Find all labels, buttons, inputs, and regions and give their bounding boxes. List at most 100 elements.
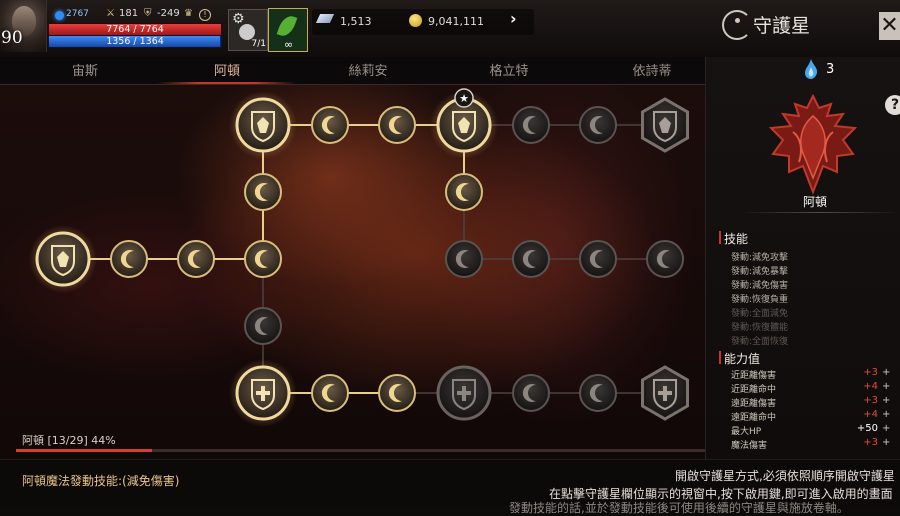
- skill-item: 發動:恢復負重: [731, 295, 789, 305]
- skill-item: 發動:全面恢復: [731, 337, 789, 347]
- star-node-small[interactable]: [512, 240, 550, 278]
- slot-count: ∞: [284, 38, 294, 51]
- star-node-big[interactable]: [29, 225, 97, 293]
- attribute-next-value: +: [882, 395, 891, 406]
- mp-text: 1356 / 1364: [106, 36, 164, 47]
- guardian-star-map: ★: [0, 85, 705, 457]
- star-node-small[interactable]: [177, 240, 215, 278]
- skill-item: 發動:全面減免: [731, 309, 789, 319]
- tab-sirian[interactable]: 絲莉安: [298, 60, 438, 79]
- node-ring: [244, 173, 282, 211]
- slot-count: 7/1: [251, 39, 266, 49]
- attribute-next-value: +: [882, 381, 891, 392]
- attribute-value: +50: [856, 423, 878, 434]
- node-ring: [579, 374, 617, 412]
- node-ring: [177, 240, 215, 278]
- aton-emblem-icon: [768, 93, 858, 195]
- magic-skill-text: 阿頓魔法發動技能:(減免傷害): [22, 474, 180, 488]
- star-node-big[interactable]: ★: [430, 88, 498, 159]
- progress-bar: [16, 449, 705, 452]
- active-tab-underline: [157, 82, 297, 84]
- skill-item: 發動:減免攻擊: [731, 253, 789, 263]
- node-ring: [244, 307, 282, 345]
- blue-flame-icon: [805, 59, 818, 79]
- star-node-small[interactable]: [646, 240, 684, 278]
- star-node-small[interactable]: [445, 173, 483, 211]
- star-node-small[interactable]: [378, 374, 416, 412]
- attribute-label: 遠距離傷害: [731, 399, 777, 409]
- hint-line-1: 開啟守護星方式,必須依照順序開啟守護星: [675, 469, 895, 483]
- progress-label: 阿頓 [13/29] 44%: [22, 434, 116, 447]
- node-ring: [378, 106, 416, 144]
- star-node-hex[interactable]: [641, 365, 689, 421]
- diamond-amount: 1,513: [340, 15, 372, 28]
- star-node-small[interactable]: [244, 240, 282, 278]
- attribute-value: +4: [863, 409, 878, 420]
- tab-gritt[interactable]: 格立特: [439, 60, 579, 79]
- star-node-small[interactable]: [579, 240, 617, 278]
- node-ring: [311, 106, 349, 144]
- attribute-label: 近距離傷害: [731, 371, 777, 381]
- star-node-small[interactable]: [445, 240, 483, 278]
- helmet-icon: ⛨: [144, 8, 152, 19]
- node-ring: [579, 240, 617, 278]
- close-button[interactable]: ✕: [879, 12, 900, 40]
- attribute-value: +4: [863, 381, 878, 392]
- star-node-big[interactable]: [229, 359, 297, 427]
- node-ring: [512, 374, 550, 412]
- attribute-next-value: +: [882, 409, 891, 420]
- attribute-next-value: +: [882, 437, 891, 448]
- node-ring: [445, 240, 483, 278]
- hp-text: 7764 / 7764: [106, 24, 164, 35]
- gold-amount: 9,041,111: [428, 15, 484, 28]
- star-node-small[interactable]: [512, 374, 550, 412]
- tab-aton[interactable]: 阿頓: [157, 60, 297, 79]
- tab-zeus[interactable]: 宙斯: [15, 60, 155, 79]
- star-node-small[interactable]: [579, 374, 617, 412]
- star-node-small[interactable]: [311, 374, 349, 412]
- node-ring: [378, 374, 416, 412]
- trophy-icon: ♛: [184, 8, 193, 19]
- gold-coin-icon: [409, 14, 422, 27]
- star-node-small[interactable]: [110, 240, 148, 278]
- window-title: 守護星: [753, 15, 811, 37]
- node-ring: [445, 173, 483, 211]
- star-node-small[interactable]: [378, 106, 416, 144]
- progress-bar-fill: [16, 449, 153, 452]
- star-node-big[interactable]: [436, 365, 492, 421]
- alert-badge-icon[interactable]: !: [199, 9, 211, 21]
- attribute-next-value: +: [882, 367, 891, 378]
- quick-slot-potion[interactable]: ⚙ 7/1: [228, 9, 268, 51]
- attribute-label: 近距離命中: [731, 385, 777, 395]
- star-node-small[interactable]: [512, 106, 550, 144]
- star-icon: ★: [459, 92, 469, 105]
- attribute-value: +3: [863, 395, 878, 406]
- mp-bar: 1356 / 1364: [48, 35, 222, 48]
- node-ring: [110, 240, 148, 278]
- attributes-heading: 能力值: [718, 351, 761, 366]
- skills-heading: 技能: [718, 231, 749, 246]
- skill-item: 發動:恢復體能: [731, 323, 789, 333]
- help-button[interactable]: ?: [885, 95, 900, 115]
- hint-line-3: 發動技能的話,並於發動技能後可使用後續的守護星與施放卷軸。: [509, 501, 849, 515]
- quick-slot-leaf[interactable]: ∞: [268, 8, 308, 52]
- chevron-right-icon[interactable]: ›: [510, 9, 517, 28]
- star-node-small[interactable]: [244, 307, 282, 345]
- resource-count: 3: [826, 62, 835, 77]
- emblem-name: 阿頓: [802, 195, 827, 209]
- node-ring: [244, 240, 282, 278]
- node-ring: [311, 374, 349, 412]
- star-node-small[interactable]: [311, 106, 349, 144]
- tab-isti[interactable]: 依詩蒂: [582, 60, 722, 79]
- potion-bag-icon: [239, 24, 255, 40]
- star-node-big[interactable]: [229, 91, 297, 159]
- divider: [740, 212, 900, 213]
- attribute-value: +3: [863, 367, 878, 378]
- sword-icon: ⚔: [106, 8, 115, 19]
- attribute-value: +3: [863, 437, 878, 448]
- star-node-hex[interactable]: [641, 97, 689, 153]
- leaf-icon: [276, 13, 298, 39]
- star-node-small[interactable]: [244, 173, 282, 211]
- star-node-small[interactable]: [579, 106, 617, 144]
- character-level: 90: [1, 28, 23, 48]
